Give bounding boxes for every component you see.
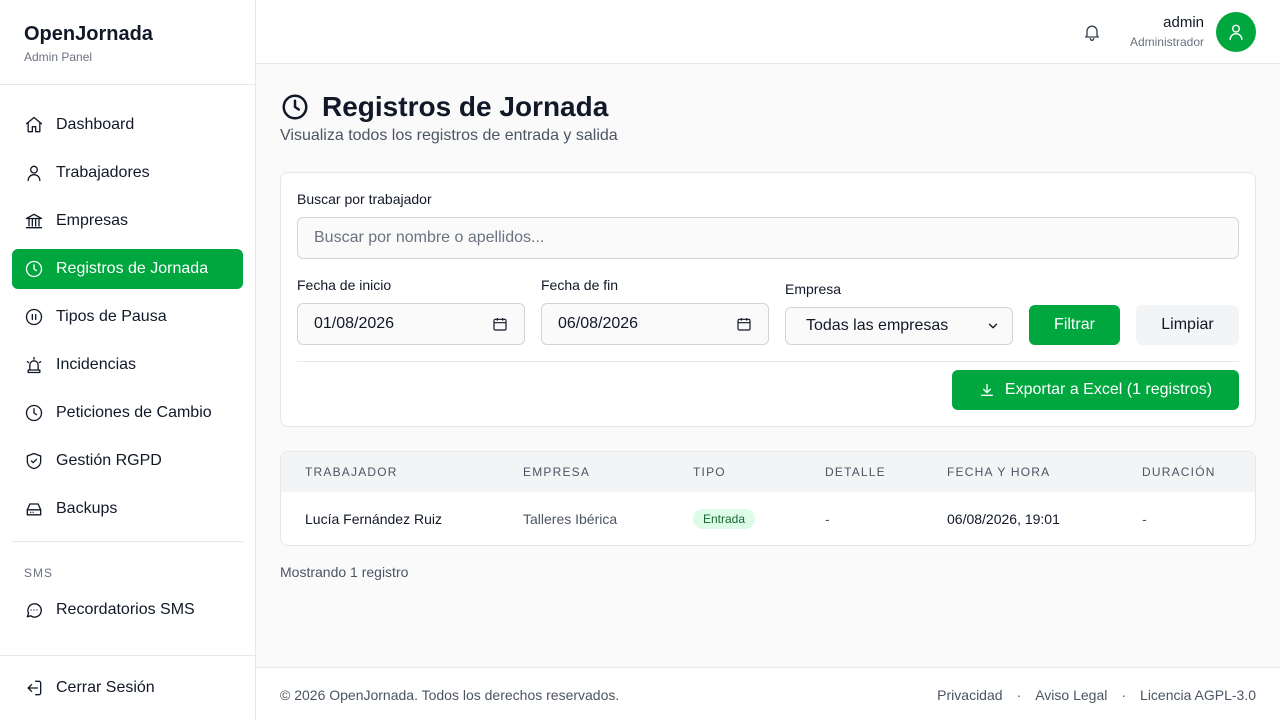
message-dots-icon xyxy=(24,600,44,620)
sidebar-footer: Cerrar Sesión xyxy=(0,655,255,716)
brand-title: OpenJornada xyxy=(24,23,153,45)
sidebar-item-label: Peticiones de Cambio xyxy=(56,404,212,421)
sidebar-item-empresas[interactable]: Empresas xyxy=(12,201,243,241)
company-select[interactable]: Todas las empresas xyxy=(785,307,1013,345)
company-select-value: Todas las empresas xyxy=(806,317,949,334)
calendar-icon xyxy=(737,318,751,331)
start-date-value: 01/08/2026 xyxy=(314,315,395,332)
brand-subtitle: Admin Panel xyxy=(24,50,93,64)
table-header: TRABAJADOR EMPRESA TIPO DETALLE FECHA Y … xyxy=(281,452,1255,492)
column-header-fecha[interactable]: FECHA Y HORA xyxy=(947,465,1050,479)
logout-icon xyxy=(24,678,44,698)
sidebar-section-label: SMS xyxy=(24,566,54,580)
sidebar-item-incidencias[interactable]: Incidencias xyxy=(12,345,243,385)
cell-duracion: - xyxy=(1142,511,1147,527)
brand: OpenJornada Admin Panel xyxy=(0,0,255,85)
column-header-tipo[interactable]: TIPO xyxy=(693,465,726,479)
sidebar-item-label: Cerrar Sesión xyxy=(56,679,155,696)
start-date-label: Fecha de inicio xyxy=(297,277,392,293)
sidebar-item-label: Trabajadores xyxy=(56,164,150,181)
user-role: Administrador xyxy=(1129,35,1204,49)
page-subtitle: Visualiza todos los registros de entrada… xyxy=(280,127,618,144)
sidebar-item-label: Tipos de Pausa xyxy=(56,308,167,325)
bell-icon[interactable] xyxy=(1082,22,1102,42)
home-icon xyxy=(24,115,44,135)
sidebar-item-registros[interactable]: Registros de Jornada xyxy=(12,249,243,289)
footer-links: Privacidad · Aviso Legal · Licencia AGPL… xyxy=(937,687,1256,703)
start-date-input[interactable]: 01/08/2026 xyxy=(297,303,525,345)
clock-icon xyxy=(24,403,44,423)
hard-drive-icon xyxy=(24,499,44,519)
record-count: Mostrando 1 registro xyxy=(280,564,409,580)
user-info[interactable]: admin Administrador xyxy=(1130,14,1204,50)
status-badge: Entrada xyxy=(693,509,756,529)
column-header-trabajador[interactable]: TRABAJADOR xyxy=(305,465,398,479)
column-header-duracion[interactable]: DURACIÓN xyxy=(1142,465,1216,479)
company-label: Empresa xyxy=(785,281,842,297)
download-icon xyxy=(980,384,993,396)
filter-card: Buscar por trabajador Fecha de inicio 01… xyxy=(280,172,1256,427)
end-date-input[interactable]: 06/08/2026 xyxy=(541,303,769,345)
clock-icon xyxy=(282,94,308,120)
end-date-value: 06/08/2026 xyxy=(558,315,639,332)
sidebar-item-label: Gestión RGPD xyxy=(56,452,162,469)
clear-button[interactable]: Limpiar xyxy=(1136,305,1239,345)
search-label: Buscar por trabajador xyxy=(297,191,432,207)
column-header-empresa[interactable]: EMPRESA xyxy=(523,465,590,479)
chevron-down-icon xyxy=(988,323,998,329)
filter-button[interactable]: Filtrar xyxy=(1029,305,1120,345)
sidebar-item-label: Registros de Jornada xyxy=(56,260,209,277)
footer-separator: · xyxy=(1016,687,1022,703)
copyright: © 2026 OpenJornada. Todos los derechos r… xyxy=(280,687,620,703)
search-input[interactable] xyxy=(297,217,1239,259)
page-header: Registros de Jornada xyxy=(280,90,608,124)
filter-divider xyxy=(297,361,1239,362)
column-header-detalle[interactable]: DETALLE xyxy=(825,465,886,479)
sidebar-item-trabajadores[interactable]: Trabajadores xyxy=(12,153,243,193)
sidebar-nav: Dashboard Trabajadores Empresas Registro… xyxy=(0,85,255,630)
sidebar: OpenJornada Admin Panel Dashboard Trabaj… xyxy=(0,0,256,720)
cell-trabajador: Lucía Fernández Ruiz xyxy=(305,511,442,527)
license-link[interactable]: Licencia AGPL-3.0 xyxy=(1140,687,1256,703)
sidebar-item-backups[interactable]: Backups xyxy=(12,489,243,529)
footer: © 2026 OpenJornada. Todos los derechos r… xyxy=(256,667,1280,720)
avatar[interactable] xyxy=(1216,12,1256,52)
privacy-link[interactable]: Privacidad xyxy=(937,687,1002,703)
sidebar-item-recordatorios-sms[interactable]: Recordatorios SMS xyxy=(12,590,243,630)
user-name: admin xyxy=(1163,14,1204,31)
user-icon xyxy=(1229,24,1243,41)
shield-check-icon xyxy=(24,451,44,471)
end-date-label: Fecha de fin xyxy=(541,277,619,293)
cell-detalle: - xyxy=(825,511,830,527)
records-table: TRABAJADOR EMPRESA TIPO DETALLE FECHA Y … xyxy=(280,451,1256,546)
pause-circle-icon xyxy=(24,307,44,327)
legal-notice-link[interactable]: Aviso Legal xyxy=(1035,687,1107,703)
page-title: Registros de Jornada xyxy=(322,91,609,122)
top-bar: admin Administrador xyxy=(256,0,1280,64)
footer-separator: · xyxy=(1121,687,1127,703)
logout-button[interactable]: Cerrar Sesión xyxy=(12,668,243,708)
cell-empresa: Talleres Ibérica xyxy=(523,511,618,527)
user-icon xyxy=(24,163,44,183)
sidebar-item-label: Backups xyxy=(56,500,118,517)
sidebar-item-peticiones[interactable]: Peticiones de Cambio xyxy=(12,393,243,433)
sidebar-item-tipos-pausa[interactable]: Tipos de Pausa xyxy=(12,297,243,337)
sidebar-item-dashboard[interactable]: Dashboard xyxy=(12,105,243,145)
export-excel-button[interactable]: Exportar a Excel (1 registros) xyxy=(952,370,1239,410)
clock-icon xyxy=(24,259,44,279)
cell-fecha: 06/08/2026, 19:01 xyxy=(947,511,1060,527)
sidebar-item-label: Recordatorios SMS xyxy=(56,601,195,618)
sidebar-item-label: Empresas xyxy=(56,212,129,229)
siren-icon xyxy=(24,355,44,375)
export-button-label: Exportar a Excel (1 registros) xyxy=(1004,381,1213,398)
sidebar-item-rgpd[interactable]: Gestión RGPD xyxy=(12,441,243,481)
bank-icon xyxy=(24,211,44,231)
sidebar-item-label: Incidencias xyxy=(56,356,137,373)
sidebar-item-label: Dashboard xyxy=(56,116,135,133)
calendar-icon xyxy=(493,318,507,331)
